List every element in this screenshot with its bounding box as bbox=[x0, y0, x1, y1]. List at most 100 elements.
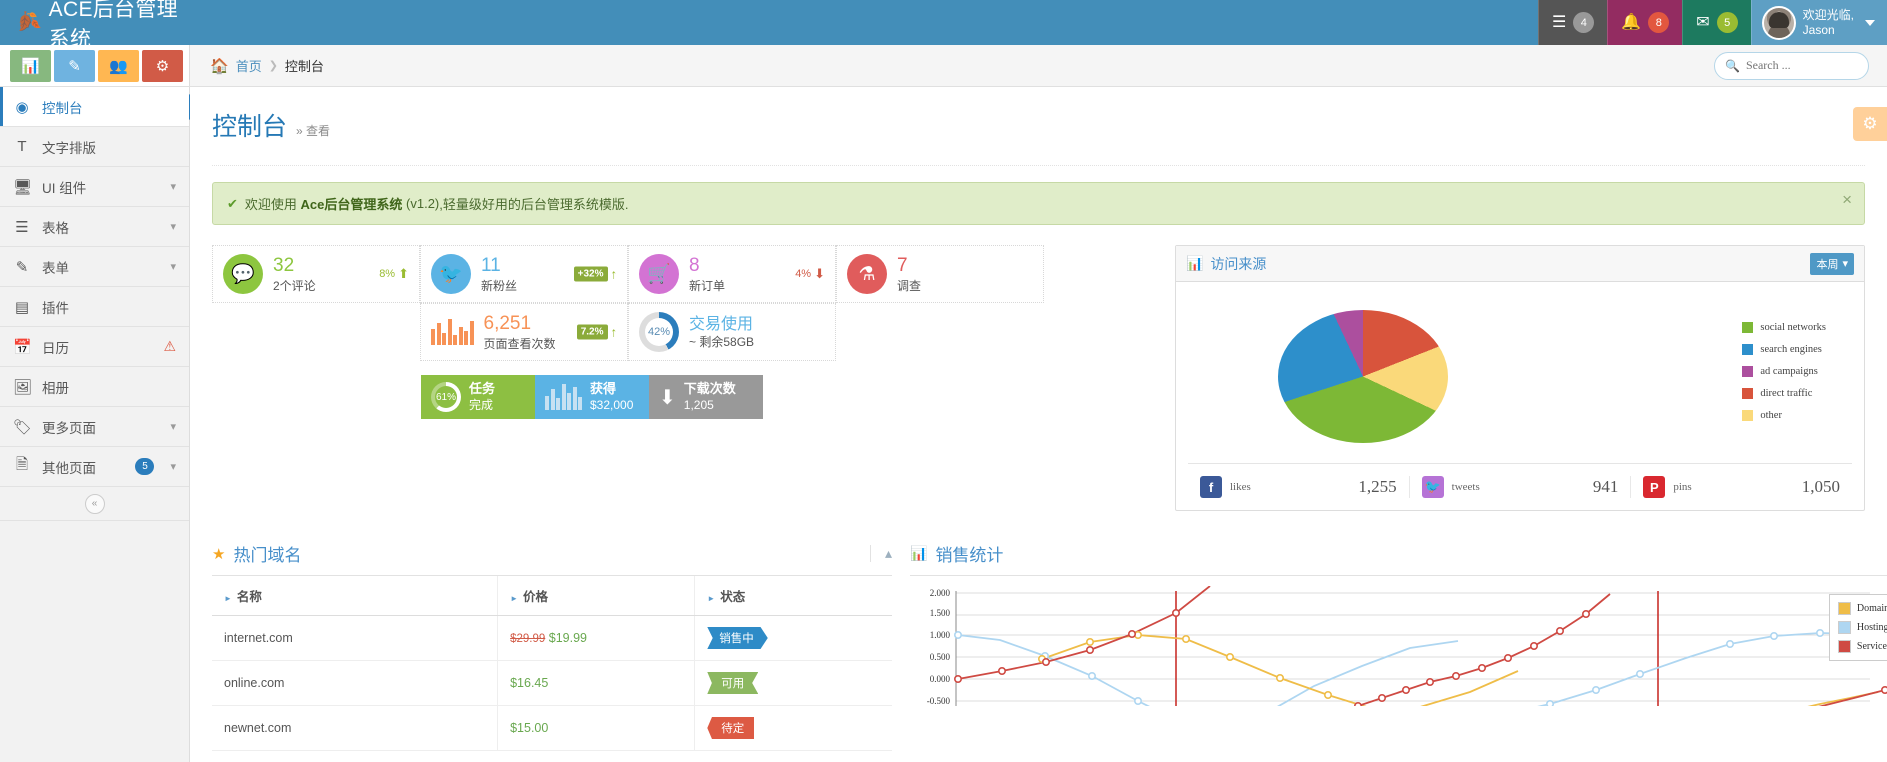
search-input[interactable] bbox=[1745, 58, 1858, 73]
page-header: 控制台 » 查看 bbox=[190, 87, 1887, 155]
price-new: $16.45 bbox=[510, 676, 549, 690]
flask-icon: ⚗ bbox=[847, 254, 887, 294]
sidebar-item-gallery[interactable]: 🖼 相册 bbox=[0, 367, 189, 407]
tile-tasks[interactable]: 61% 任务 完成 bbox=[421, 375, 535, 419]
stat-label: 新订单 bbox=[689, 278, 726, 293]
welcome-alert: ✔ 欢迎使用 Ace后台管理系统 (v1.2) ,轻量级好用的后台管理系统模版.… bbox=[212, 182, 1865, 225]
period-select[interactable]: 本周 ▾ bbox=[1810, 252, 1854, 275]
tile-title: 任务 bbox=[469, 381, 496, 397]
sidebar-item-other-pages[interactable]: 🗎 其他页面 5 ▾ bbox=[0, 447, 189, 487]
pie-chart bbox=[1278, 310, 1448, 443]
domains-section: ★ 热门域名 ▴ ► 名称 ► 价格 ► 状态 internet.com $29… bbox=[212, 541, 892, 751]
chevron-down-icon: ▾ bbox=[1842, 258, 1848, 270]
chart-shortcut[interactable]: 📊 bbox=[10, 49, 51, 82]
messages-button[interactable]: ✉ 5 bbox=[1682, 0, 1751, 45]
legend-label: direct traffic bbox=[1760, 387, 1813, 399]
bar-chart-icon: 📊 bbox=[1186, 255, 1204, 271]
sidebar-item-label: 文字排版 bbox=[42, 140, 96, 156]
cell-price: $15.00 bbox=[497, 705, 696, 751]
leaf-icon: 🍂 bbox=[13, 8, 43, 37]
sidebar-item-tables[interactable]: ☰ 表格 ▾ bbox=[0, 207, 189, 247]
home-icon[interactable]: 🏠 bbox=[210, 57, 229, 75]
search-box[interactable]: 🔍 bbox=[1714, 51, 1869, 80]
tile-downloads[interactable]: ⬇ 下载次数 1,205 bbox=[649, 375, 763, 419]
social-value: 1,050 bbox=[1801, 477, 1841, 496]
sidebar-item-ui-components[interactable]: 🖥 UI 组件 ▾ bbox=[0, 167, 189, 207]
tasks-button[interactable]: ☰ 4 bbox=[1537, 0, 1608, 45]
legend-swatch bbox=[1837, 640, 1851, 653]
stat-label: 2个评论 bbox=[273, 278, 316, 293]
stat-traffic[interactable]: 42% 交易使用 ~ 剩余58GB bbox=[628, 303, 836, 361]
tile-text: 下载次数 1,205 bbox=[684, 381, 736, 412]
sidebar-collapse-button[interactable]: « bbox=[0, 487, 189, 521]
breadcrumb-home[interactable]: 首页 bbox=[236, 56, 262, 75]
stat-orders[interactable]: 🛒 8 新订单 4% ⬇ bbox=[628, 245, 836, 303]
legend-label: Services bbox=[1856, 641, 1887, 652]
social-stat-pins: P pins 1,050 bbox=[1631, 476, 1852, 498]
stat-comments[interactable]: 💬 32 2个评论 8% ⬆ bbox=[212, 245, 420, 303]
user-menu[interactable]: 欢迎光临, Jason bbox=[1750, 0, 1887, 45]
legend-label: ad campaigns bbox=[1760, 365, 1818, 377]
svg-text:1.500: 1.500 bbox=[930, 608, 951, 618]
edit-shortcut[interactable]: ✎ bbox=[54, 49, 95, 82]
stat-surveys[interactable]: ⚗ 7 调查 bbox=[836, 245, 1044, 303]
legend-item: search engines bbox=[1742, 343, 1826, 355]
chevron-down-icon: ▾ bbox=[170, 261, 176, 273]
arrow-up-icon: ↑ bbox=[610, 324, 618, 340]
sales-chart-legend: Domains Hosting Services bbox=[1828, 594, 1887, 661]
stat-label: 页面查看次数 bbox=[483, 336, 556, 351]
sidebar-item-calendar[interactable]: 📅 日历 ⚠ bbox=[0, 327, 189, 367]
stat-pageviews[interactable]: 6,251 页面查看次数 7.2% ↑ bbox=[420, 303, 628, 361]
social-value: 941 bbox=[1592, 477, 1619, 496]
column-price[interactable]: ► 价格 bbox=[497, 576, 696, 616]
settings-shortcut[interactable]: ⚙ bbox=[142, 49, 183, 82]
stat-value-group: 7 调查 bbox=[897, 255, 921, 293]
gear-icon: ⚙ bbox=[1862, 114, 1878, 133]
pie-chart-wrap: social networks search engines ad campai… bbox=[1188, 294, 1852, 459]
close-icon[interactable]: × bbox=[1842, 191, 1852, 208]
alert-version: (v1.2) bbox=[406, 196, 440, 211]
navbar-spacer bbox=[190, 0, 1538, 45]
tile-earnings[interactable]: 获得 $32,000 bbox=[535, 375, 649, 419]
column-status[interactable]: ► 状态 bbox=[694, 576, 892, 616]
table-row[interactable]: online.com $16.45 可用 bbox=[212, 660, 892, 706]
tile-text: 获得 $32,000 bbox=[590, 381, 633, 412]
ring-icon: 61% bbox=[431, 382, 461, 412]
sidebar-item-widgets[interactable]: ▤ 插件 bbox=[0, 287, 189, 327]
file-icon: 🗎 bbox=[15, 456, 29, 473]
series-domains bbox=[1041, 634, 1519, 706]
stat-number: 32 bbox=[273, 254, 295, 276]
svg-text:1.000: 1.000 bbox=[930, 630, 951, 640]
sidebar-item-label: 日历 bbox=[42, 340, 69, 356]
stat-number: 7 bbox=[897, 254, 908, 276]
sidebar-item-label: 相册 bbox=[42, 380, 69, 396]
sidebar-item-forms[interactable]: ✎ 表单 ▾ bbox=[0, 247, 189, 287]
table-row[interactable]: newnet.com $15.00 待定 bbox=[212, 705, 892, 751]
column-name[interactable]: ► 名称 bbox=[212, 576, 499, 616]
top-navbar: 🍂 ACE后台管理系统 ☰ 4 🔔 8 ✉ 5 欢迎光临, Jason bbox=[0, 0, 1887, 51]
settings-tab-button[interactable]: ⚙ bbox=[1853, 107, 1887, 141]
sidebar-item-dashboard[interactable]: ◉ 控制台 bbox=[0, 87, 189, 127]
bars-icon bbox=[545, 384, 582, 410]
page-layout: ◉ 控制台 T 文字排版 🖥 UI 组件 ▾ ☰ 表格 ▾ ✎ 表单 ▾ ▤ 插… bbox=[0, 87, 1887, 762]
stat-trend: +32% ↑ bbox=[573, 266, 617, 282]
desktop-icon: 🖥 bbox=[13, 178, 33, 196]
sidebar-item-more-pages[interactable]: 🏷 更多页面 ▾ bbox=[0, 407, 189, 447]
traffic-widget-header: 📊 访问来源 本周 ▾ bbox=[1176, 246, 1864, 282]
sidebar-item-label: UI 组件 bbox=[42, 180, 87, 196]
table-row[interactable]: internet.com $29.99 $19.99 销售中 bbox=[212, 615, 892, 661]
stat-number: 6,251 bbox=[483, 312, 532, 334]
warning-icon: ⚠ bbox=[163, 338, 176, 354]
user-label: 欢迎光临, Jason bbox=[1803, 8, 1854, 38]
social-stat-likes: f likes 1,255 bbox=[1188, 476, 1410, 498]
collapse-button[interactable]: ▴ bbox=[869, 545, 892, 562]
series-services-2 bbox=[1354, 593, 1611, 706]
sidebar-item-typography[interactable]: T 文字排版 bbox=[0, 127, 189, 167]
legend-swatch bbox=[1837, 621, 1851, 634]
notifications-button[interactable]: 🔔 8 bbox=[1607, 0, 1683, 45]
brand-logo[interactable]: 🍂 ACE后台管理系统 bbox=[0, 0, 190, 51]
users-shortcut[interactable]: 👥 bbox=[98, 49, 139, 82]
stat-followers[interactable]: 🐦 11 新粉丝 +32% ↑ bbox=[420, 245, 628, 303]
sidebar-item-label: 其他页面 bbox=[42, 460, 96, 476]
legend-label: search engines bbox=[1760, 343, 1822, 355]
